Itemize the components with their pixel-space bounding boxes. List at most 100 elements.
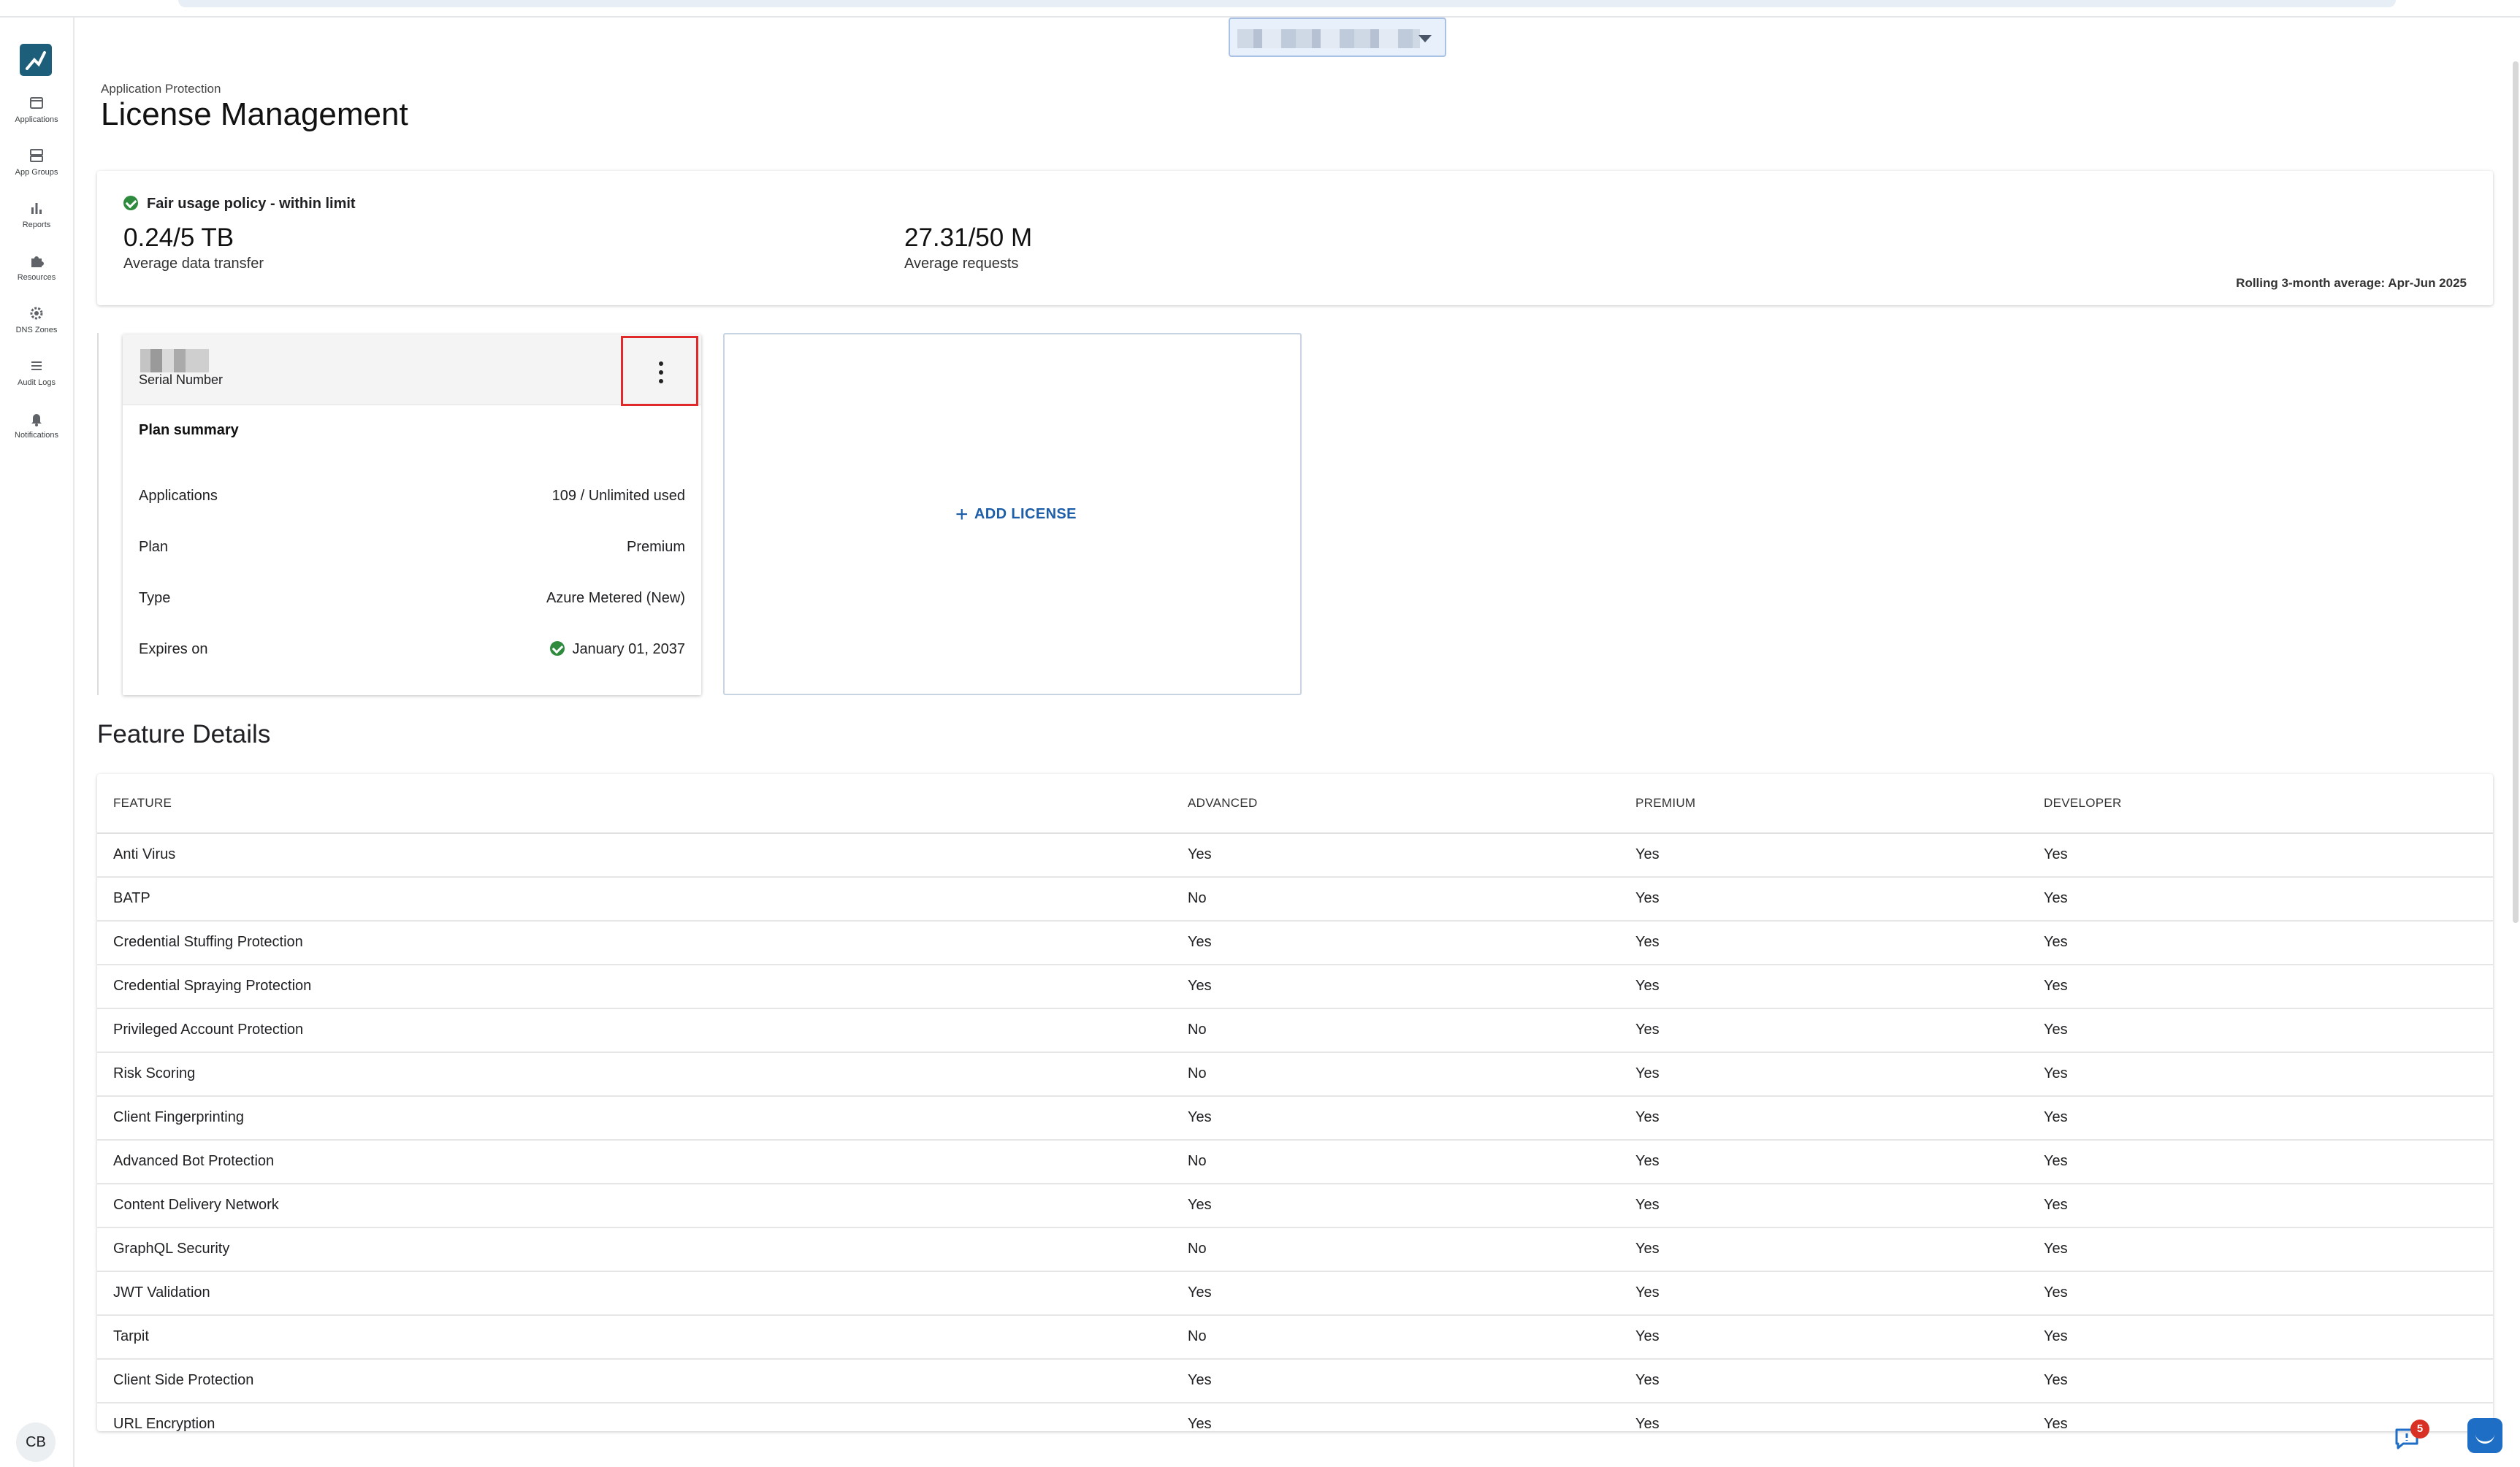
- sidebar-item-label: Audit Logs: [18, 378, 56, 387]
- feature-availability-cell: Yes: [2044, 1153, 2068, 1169]
- sidebar-item-label: Resources: [17, 273, 56, 282]
- feature-availability-cell: Yes: [1188, 846, 1212, 862]
- feature-availability-cell: Yes: [2044, 934, 2068, 950]
- sidebar-item-resources[interactable]: Resources: [0, 253, 73, 282]
- sidebar-item-app-groups[interactable]: App Groups: [0, 148, 73, 177]
- feature-availability-cell: No: [1188, 1241, 1207, 1257]
- sidebar-item-reports[interactable]: Reports: [0, 200, 73, 229]
- app-groups-icon: [30, 149, 43, 162]
- table-row: Client Fingerprinting Yes Yes Yes: [97, 1097, 2493, 1141]
- logo-icon: [26, 51, 46, 70]
- column-header-premium[interactable]: PREMIUM: [1635, 796, 1695, 811]
- avatar[interactable]: CB: [16, 1422, 56, 1462]
- feature-table: FEATURE ADVANCED PREMIUM DEVELOPER Anti …: [97, 774, 2493, 1431]
- kebab-dot: [659, 379, 663, 383]
- chevron-down-icon[interactable]: [1419, 35, 1432, 42]
- sidebar-item-applications[interactable]: Applications: [0, 95, 73, 124]
- page-title: License Management: [101, 96, 408, 132]
- feature-availability-cell: Yes: [1635, 1284, 1660, 1301]
- feature-name-cell: Risk Scoring: [113, 1065, 196, 1081]
- rolling-average-note: Rolling 3-month average: Apr-Jun 2025: [2236, 276, 2467, 290]
- feature-availability-cell: Yes: [2044, 1372, 2068, 1388]
- feature-name-cell: JWT Validation: [113, 1284, 210, 1301]
- feature-availability-cell: Yes: [1635, 1328, 1660, 1344]
- feature-availability-cell: Yes: [1188, 1372, 1212, 1388]
- feature-availability-cell: Yes: [2044, 1197, 2068, 1213]
- data-transfer-metric: 0.24/5 TB Average data transfer: [123, 223, 264, 272]
- feature-availability-cell: Yes: [2044, 1328, 2068, 1344]
- feature-name-cell: Client Fingerprinting: [113, 1109, 244, 1125]
- table-row: Credential Spraying Protection Yes Yes Yes: [97, 965, 2493, 1009]
- notifications-icon: [31, 414, 42, 426]
- add-license-card[interactable]: + ADD LICENSE: [723, 333, 1302, 695]
- add-license-button[interactable]: + ADD LICENSE: [955, 502, 1077, 527]
- feature-availability-cell: Yes: [1635, 1065, 1660, 1081]
- feature-availability-cell: Yes: [1635, 890, 1660, 906]
- table-row: Privileged Account Protection No Yes Yes: [97, 1009, 2493, 1053]
- usage-summary-card: Fair usage policy - within limit 0.24/5 …: [97, 171, 2493, 305]
- more-options-button[interactable]: [621, 336, 698, 406]
- app-logo[interactable]: [20, 44, 52, 76]
- reports-icon: [31, 203, 42, 214]
- feature-name-cell: Credential Stuffing Protection: [113, 934, 303, 950]
- feature-availability-cell: Yes: [2044, 1284, 2068, 1301]
- feature-availability-cell: Yes: [2044, 1022, 2068, 1038]
- table-row: GraphQL Security No Yes Yes: [97, 1228, 2493, 1272]
- feature-availability-cell: No: [1188, 1153, 1207, 1169]
- requests-value: 27.31/50 M: [904, 223, 1033, 252]
- column-header-advanced[interactable]: ADVANCED: [1188, 796, 1258, 811]
- feature-availability-cell: Yes: [2044, 1241, 2068, 1257]
- column-header-feature[interactable]: FEATURE: [113, 796, 172, 811]
- sidebar: [0, 18, 75, 1467]
- sidebar-item-label: Reports: [22, 221, 51, 229]
- help-chat-button[interactable]: [2467, 1418, 2502, 1453]
- sidebar-item-notifications[interactable]: Notifications: [0, 410, 73, 440]
- feature-name-cell: Credential Spraying Protection: [113, 978, 312, 994]
- plan-summary-title: Plan summary: [139, 422, 239, 438]
- sidebar-item-dns-zones[interactable]: DNS Zones: [0, 305, 73, 334]
- table-row: Advanced Bot Protection No Yes Yes: [97, 1141, 2493, 1184]
- table-row: URL Encryption Yes Yes Yes: [97, 1403, 2493, 1431]
- feature-availability-cell: No: [1188, 1022, 1207, 1038]
- feature-name-cell: GraphQL Security: [113, 1241, 230, 1257]
- license-card-header: Serial Number: [123, 334, 701, 406]
- usage-status-text: Fair usage policy - within limit: [147, 196, 356, 212]
- sidebar-item-label: App Groups: [15, 168, 58, 177]
- feature-availability-cell: Yes: [2044, 1109, 2068, 1125]
- table-row: Tarpit No Yes Yes: [97, 1316, 2493, 1360]
- plus-icon: +: [955, 502, 969, 526]
- tenant-selector[interactable]: [1229, 18, 1446, 57]
- kebab-dot: [659, 370, 663, 375]
- serial-number-label: Serial Number: [139, 372, 224, 387]
- feature-name-cell: URL Encryption: [113, 1416, 215, 1431]
- column-header-developer[interactable]: DEVELOPER: [2044, 796, 2122, 811]
- plan-row-key: Plan: [139, 539, 169, 555]
- feature-availability-cell: Yes: [2044, 890, 2068, 906]
- check-circle-icon: [123, 196, 138, 210]
- feature-name-cell: Content Delivery Network: [113, 1197, 279, 1213]
- dns-zones-icon: [30, 307, 43, 320]
- feature-name-cell: Client Side Protection: [113, 1372, 254, 1388]
- license-card: Serial Number Plan summary Applications …: [123, 334, 701, 695]
- feature-name-cell: Tarpit: [113, 1328, 149, 1344]
- breadcrumb[interactable]: Application Protection: [101, 82, 221, 96]
- feature-availability-cell: Yes: [2044, 1065, 2068, 1081]
- feature-name-cell: Anti Virus: [113, 846, 176, 862]
- feature-availability-cell: Yes: [1635, 1197, 1660, 1213]
- applications-icon: [30, 97, 43, 109]
- feature-name-cell: Privileged Account Protection: [113, 1022, 304, 1038]
- plan-row-value: January 01, 2037: [550, 641, 685, 658]
- page-scrollbar[interactable]: [2513, 61, 2519, 923]
- sidebar-item-audit-logs[interactable]: Audit Logs: [0, 358, 73, 387]
- feature-details-title: Feature Details: [97, 720, 271, 748]
- table-row: Client Side Protection Yes Yes Yes: [97, 1360, 2493, 1403]
- feature-availability-cell: Yes: [1188, 978, 1212, 994]
- feature-availability-cell: Yes: [2044, 846, 2068, 862]
- top-search-strip: [178, 0, 2396, 7]
- card-stack-edge: [97, 333, 112, 695]
- feature-availability-cell: Yes: [1635, 1372, 1660, 1388]
- feature-availability-cell: No: [1188, 1065, 1207, 1081]
- table-row: Credential Stuffing Protection Yes Yes Yes: [97, 922, 2493, 965]
- sidebar-item-label: DNS Zones: [15, 326, 58, 334]
- feature-availability-cell: Yes: [1188, 1416, 1212, 1431]
